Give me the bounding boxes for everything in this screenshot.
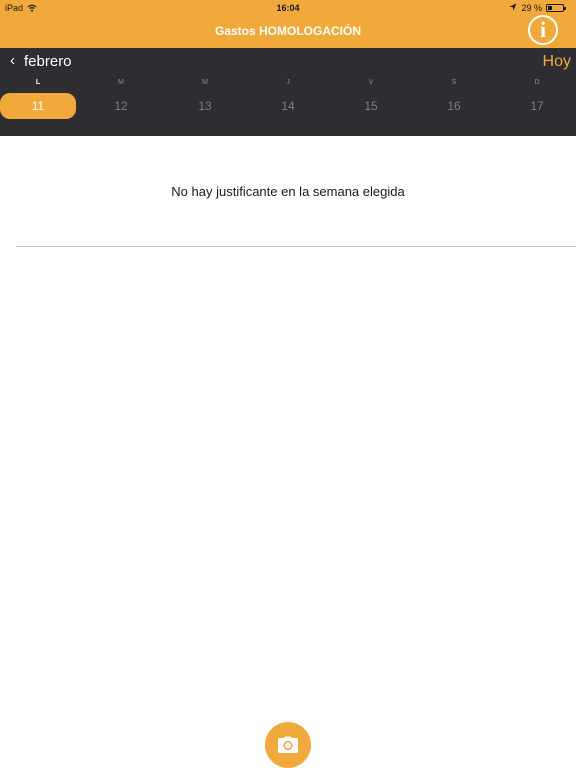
status-time: 16:04 — [276, 3, 300, 13]
day-cell[interactable]: 17 — [499, 93, 575, 119]
weekday-label-friday: V — [368, 79, 374, 86]
day-cell[interactable]: 14 — [250, 93, 326, 119]
info-icon: i — [539, 17, 547, 42]
back-chevron-icon[interactable]: ‹ — [10, 52, 15, 69]
month-label[interactable]: febrero — [24, 53, 72, 70]
nav-title: Gastos HOMOLOGACIÓN — [214, 24, 361, 38]
battery-percent: 29 % — [521, 3, 542, 13]
day-cell[interactable]: 13 — [167, 93, 243, 119]
day-cell-selected[interactable]: 11 — [0, 93, 76, 119]
camera-button[interactable] — [265, 722, 311, 768]
weekday-label-monday: L — [35, 79, 41, 86]
status-bar: iPad 16:04 29 % — [0, 0, 576, 16]
location-arrow-icon — [509, 3, 517, 13]
weekday-label-saturday: S — [451, 79, 457, 86]
camera-icon — [278, 736, 298, 753]
info-button[interactable]: i — [528, 15, 558, 45]
empty-state-message: No hay justificante en la semana elegida — [171, 184, 405, 199]
weekday-label-sunday: D — [534, 79, 540, 86]
day-cell[interactable]: 16 — [416, 93, 492, 119]
battery-icon — [546, 4, 566, 12]
weekday-label-tuesday: M — [118, 79, 124, 86]
battery-level — [548, 6, 552, 10]
divider — [16, 246, 576, 247]
weekday-label-thursday: J — [286, 79, 290, 86]
today-button[interactable]: Hoy — [543, 53, 571, 71]
day-cell[interactable]: 15 — [333, 93, 409, 119]
weekday-label-wednesday: M — [202, 79, 208, 86]
calendar-header: ‹ febrero Hoy L M M J V S D 11 12 13 14 … — [0, 48, 576, 136]
status-right: 29 % — [509, 3, 566, 13]
day-cell[interactable]: 12 — [83, 93, 159, 119]
